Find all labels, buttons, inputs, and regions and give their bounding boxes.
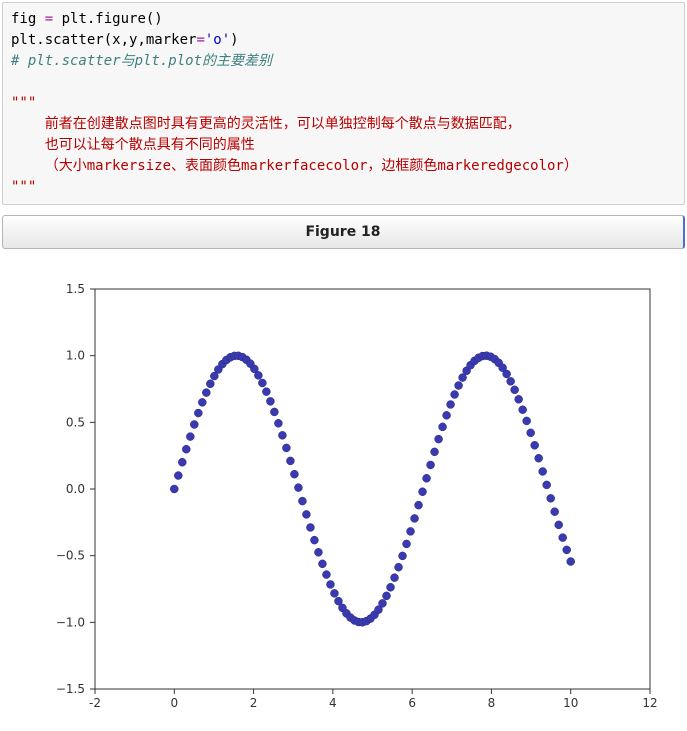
- docstring-quotes: """: [11, 95, 36, 111]
- code-cell: fig = plt.figure() plt.scatter(x,y,marke…: [2, 2, 685, 205]
- svg-text:-2: -2: [89, 696, 101, 710]
- svg-text:10: 10: [563, 696, 578, 710]
- code-token: ): [230, 32, 238, 48]
- svg-text:−1.5: −1.5: [56, 682, 85, 696]
- svg-text:2: 2: [250, 696, 258, 710]
- scatter-chart: -2 0 2 4 6 8 10 12 −1.5 −1.0 −0.5 0.0 0.5 1.0 1.5: [0, 259, 687, 729]
- docstring-line: 前者在创建散点图时具有更高的灵活性，可以单独控制每个散点与数据匹配，: [11, 116, 521, 132]
- svg-text:1.5: 1.5: [66, 282, 85, 296]
- svg-text:0: 0: [170, 696, 178, 710]
- svg-text:0.5: 0.5: [66, 415, 85, 429]
- code-token: plt.figure(): [53, 11, 163, 27]
- chart-svg: -2 0 2 4 6 8 10 12 −1.5 −1.0 −0.5 0.0 0.5 1.0 1.5: [0, 259, 687, 729]
- code-token: fig: [11, 11, 45, 27]
- svg-text:12: 12: [642, 696, 657, 710]
- code-token: =: [45, 11, 53, 27]
- svg-text:1.0: 1.0: [66, 349, 85, 363]
- docstring-quotes: """: [11, 179, 36, 195]
- code-comment: # plt.scatter与plt.plot的主要差别: [11, 53, 272, 69]
- svg-text:0.0: 0.0: [66, 482, 85, 496]
- svg-text:6: 6: [408, 696, 416, 710]
- figure-title-bar: Figure 18: [2, 215, 685, 249]
- svg-text:−1.0: −1.0: [56, 615, 85, 629]
- docstring-line: （大小markersize、表面颜色markerfacecolor，边框颜色ma…: [11, 158, 578, 174]
- figure-title: Figure 18: [305, 224, 380, 240]
- svg-text:8: 8: [488, 696, 496, 710]
- svg-text:4: 4: [329, 696, 337, 710]
- docstring-line: 也可以让每个散点具有不同的属性: [11, 137, 255, 153]
- svg-text:−0.5: −0.5: [56, 549, 85, 563]
- code-token: 'o': [205, 32, 230, 48]
- code-token: plt.scatter(x,y,marker: [11, 32, 196, 48]
- code-token: =: [196, 32, 204, 48]
